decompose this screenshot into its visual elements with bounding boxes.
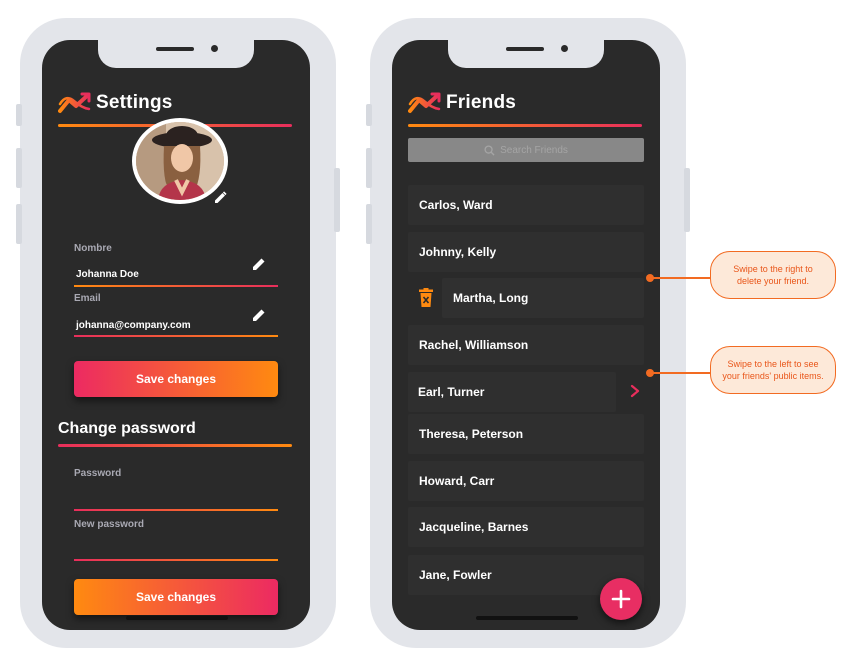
change-password-title: Change password bbox=[58, 420, 196, 437]
friend-name: Johnny, Kelly bbox=[419, 245, 497, 259]
friend-row[interactable]: Jacqueline, Barnes bbox=[408, 507, 644, 547]
trend-logo-icon bbox=[58, 92, 91, 113]
email-underline bbox=[74, 335, 278, 337]
search-icon bbox=[484, 144, 495, 156]
friend-row[interactable]: Johnny, Kelly bbox=[408, 232, 644, 272]
friend-name: Rachel, Williamson bbox=[419, 338, 529, 352]
phone-friends: Friends Search Friends Carlos, Ward John… bbox=[366, 18, 690, 648]
callout-swipe-right: Swipe to the right to delete your friend… bbox=[710, 251, 836, 299]
friends-screen: Friends Search Friends Carlos, Ward John… bbox=[392, 40, 660, 630]
friend-name: Howard, Carr bbox=[419, 474, 495, 488]
pencil-icon[interactable] bbox=[251, 307, 267, 323]
friend-row[interactable]: Howard, Carr bbox=[408, 461, 644, 501]
home-indicator bbox=[476, 616, 578, 620]
friend-name: Jacqueline, Barnes bbox=[419, 520, 529, 534]
password-label: Password bbox=[74, 468, 122, 479]
friend-name: Theresa, Peterson bbox=[419, 427, 524, 441]
notch bbox=[448, 40, 604, 68]
friend-name: Martha, Long bbox=[453, 291, 529, 305]
search-placeholder: Search Friends bbox=[500, 144, 568, 156]
notch bbox=[98, 40, 254, 68]
add-friend-button[interactable] bbox=[600, 578, 642, 620]
save-changes-button[interactable]: Save changes bbox=[74, 361, 278, 397]
name-underline bbox=[74, 285, 278, 287]
page-title: Friends bbox=[446, 92, 517, 113]
name-label: Nombre bbox=[74, 243, 112, 254]
new-password-label: New password bbox=[74, 519, 145, 530]
callout-swipe-left: Swipe to the left to see your friends' p… bbox=[710, 346, 836, 394]
avatar-container[interactable] bbox=[132, 118, 230, 206]
canvas: Settings Nombre Johanna Doe Email johann… bbox=[0, 0, 851, 668]
title-underline bbox=[408, 124, 642, 127]
friend-row[interactable]: Carlos, Ward bbox=[408, 185, 644, 225]
friend-row-swiped-left[interactable]: Earl, Turner bbox=[408, 372, 616, 412]
friend-row[interactable]: Theresa, Peterson bbox=[408, 414, 644, 454]
trend-logo-icon bbox=[408, 92, 441, 113]
friends-header: Friends bbox=[408, 90, 516, 116]
password-input[interactable] bbox=[74, 509, 278, 511]
plus-icon bbox=[611, 589, 631, 609]
page-title: Settings bbox=[96, 92, 173, 113]
save-password-button[interactable]: Save changes bbox=[74, 579, 278, 615]
email-field[interactable]: johanna@company.com bbox=[76, 320, 191, 331]
friend-name: Jane, Fowler bbox=[419, 568, 492, 582]
pencil-icon[interactable] bbox=[251, 256, 267, 272]
settings-screen: Settings Nombre Johanna Doe Email johann… bbox=[42, 40, 310, 630]
friend-name: Carlos, Ward bbox=[419, 198, 493, 212]
search-input[interactable]: Search Friends bbox=[408, 138, 644, 162]
settings-header: Settings bbox=[58, 90, 173, 116]
trash-icon[interactable] bbox=[418, 288, 434, 308]
new-password-input[interactable] bbox=[74, 559, 278, 561]
callout-connector bbox=[650, 277, 710, 279]
phone-settings: Settings Nombre Johanna Doe Email johann… bbox=[16, 18, 340, 648]
home-indicator bbox=[126, 616, 228, 620]
email-label: Email bbox=[74, 293, 101, 304]
friend-row-swiped-right[interactable]: Martha, Long bbox=[442, 278, 644, 318]
friend-row[interactable]: Rachel, Williamson bbox=[408, 325, 644, 365]
friend-name: Earl, Turner bbox=[418, 385, 485, 399]
callout-connector bbox=[650, 372, 710, 374]
name-field[interactable]: Johanna Doe bbox=[76, 269, 139, 280]
pencil-icon[interactable] bbox=[212, 190, 228, 206]
chevron-right-icon[interactable] bbox=[629, 384, 641, 398]
section-underline bbox=[58, 444, 292, 447]
